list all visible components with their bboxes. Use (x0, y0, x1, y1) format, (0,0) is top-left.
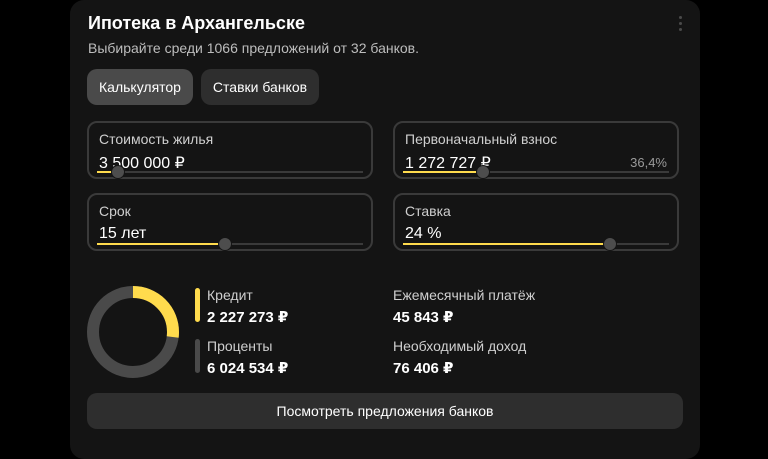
down-payment-label: Первоначальный взнос (405, 131, 558, 147)
tab-bank-rates[interactable]: Ставки банков (201, 69, 319, 105)
loan-term-label: Срок (99, 203, 131, 219)
slider-track (97, 171, 363, 173)
slider-thumb[interactable] (111, 165, 126, 179)
down-payment-slider[interactable] (403, 165, 669, 179)
interest-rate-slider[interactable] (403, 237, 669, 251)
more-vertical-icon[interactable] (679, 16, 683, 34)
interest-rate-field[interactable]: Ставка 24 % (393, 193, 679, 251)
monthly-payment-value: 45 843 ₽ (393, 309, 454, 326)
loan-breakdown-donut (87, 286, 179, 378)
interest-label: Проценты (207, 338, 273, 354)
property-cost-field[interactable]: Стоимость жилья 3 500 000 ₽ (87, 121, 373, 179)
required-income-value: 76 406 ₽ (393, 360, 454, 377)
required-income-label: Необходимый доход (393, 338, 527, 354)
slider-thumb[interactable] (603, 237, 618, 251)
slider-fill (403, 171, 483, 173)
down-payment-field[interactable]: Первоначальный взнос 1 272 727 ₽ 36,4% (393, 121, 679, 179)
interest-legend-bar (195, 339, 200, 373)
card-subtitle: Выбирайте среди 1066 предложений от 32 б… (88, 40, 419, 56)
loan-term-slider[interactable] (97, 237, 363, 251)
monthly-payment-label: Ежемесячный платёж (393, 287, 536, 303)
credit-label: Кредит (207, 287, 253, 303)
interest-value: 6 024 534 ₽ (207, 360, 289, 377)
tab-calculator[interactable]: Калькулятор (87, 69, 193, 105)
interest-rate-label: Ставка (405, 203, 451, 219)
property-cost-slider[interactable] (97, 165, 363, 179)
card-title: Ипотека в Архангельске (88, 13, 305, 33)
slider-fill (97, 243, 225, 245)
view-bank-offers-button[interactable]: Посмотреть предложения банков (87, 393, 683, 429)
slider-fill (403, 243, 611, 245)
credit-legend-bar (195, 288, 200, 322)
property-cost-label: Стоимость жилья (99, 131, 214, 147)
slider-thumb[interactable] (217, 237, 232, 251)
loan-term-field[interactable]: Срок 15 лет (87, 193, 373, 251)
slider-thumb[interactable] (475, 165, 490, 179)
credit-value: 2 227 273 ₽ (207, 309, 289, 326)
mortgage-card: Ипотека в Архангельске Выбирайте среди 1… (70, 0, 700, 459)
